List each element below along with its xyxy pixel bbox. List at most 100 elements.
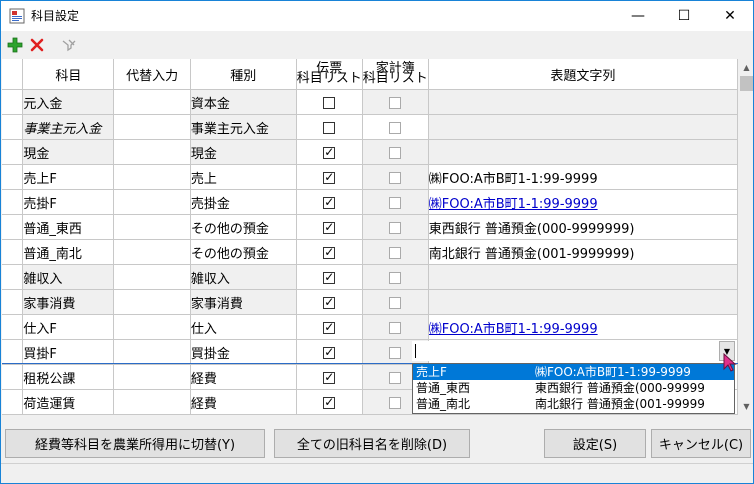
cell-kakeibo-checkbox[interactable] (362, 89, 429, 115)
table-row[interactable]: 元入金 資本金 (2, 89, 738, 115)
cell-name[interactable]: 普通_東西 (22, 214, 115, 240)
cell-title-string[interactable]: 東西銀行 普通預金(000-9999999) (428, 214, 738, 240)
cell-kind[interactable]: 経費 (190, 389, 297, 415)
cell-kind[interactable]: 資本金 (190, 89, 297, 115)
cell-alt-input[interactable] (113, 314, 191, 340)
cell-denpyo-checkbox[interactable]: ✓ (296, 189, 363, 215)
cell-kind[interactable]: 経費 (190, 414, 297, 415)
kakeibo-checkbox[interactable] (389, 396, 402, 409)
cell-denpyo-checkbox[interactable] (296, 114, 363, 140)
kakeibo-checkbox[interactable] (389, 121, 402, 134)
denpyo-checkbox[interactable]: ✓ (323, 170, 336, 184)
cell-kind[interactable]: その他の預金 (190, 214, 297, 240)
kakeibo-checkbox[interactable] (389, 346, 402, 359)
cell-kakeibo-checkbox[interactable] (362, 414, 429, 415)
denpyo-checkbox[interactable]: ✓ (323, 195, 336, 209)
delete-old-names-button[interactable]: 全ての旧科目名を削除(D) (274, 429, 470, 458)
cell-kind[interactable]: 家事消費 (190, 289, 297, 315)
cell-name[interactable]: 売上F (22, 164, 115, 190)
scroll-down-icon[interactable]: ▼ (738, 398, 753, 415)
cell-alt-input[interactable] (113, 264, 191, 290)
cell-alt-input[interactable] (113, 414, 191, 415)
scroll-up-icon[interactable]: ▲ (738, 59, 753, 76)
kakeibo-checkbox[interactable] (389, 296, 402, 309)
header-kind[interactable]: 種別 (190, 59, 297, 90)
cell-alt-input[interactable] (113, 389, 191, 415)
kakeibo-checkbox[interactable] (389, 96, 402, 109)
kakeibo-checkbox[interactable] (389, 221, 402, 234)
cell-kind[interactable]: 現金 (190, 139, 297, 165)
cell-denpyo-checkbox[interactable]: ✓ (296, 139, 363, 165)
denpyo-checkbox[interactable]: ✓ (323, 245, 336, 259)
denpyo-checkbox[interactable]: ✓ (323, 320, 336, 334)
cell-kakeibo-checkbox[interactable] (362, 164, 429, 190)
cell-denpyo-checkbox[interactable] (296, 89, 363, 115)
table-row[interactable]: 売掛F 売掛金 ✓ ㈱FOO:A市B町1-1:99-9999 (2, 189, 738, 215)
kakeibo-checkbox[interactable] (389, 246, 402, 259)
cell-kind[interactable]: 仕入 (190, 314, 297, 340)
cell-kakeibo-checkbox[interactable] (362, 189, 429, 215)
table-row[interactable]: 売上F 売上 ✓ ㈱FOO:A市B町1-1:99-9999 (2, 164, 738, 190)
table-row[interactable]: 事業主元入金 事業主元入金 (2, 114, 738, 140)
cell-title-string[interactable]: ㈱FOO:A市B町1-1:99-9999 (428, 314, 738, 340)
cell-title-string[interactable]: ㈱FOO:A市B町1-1:99-9999 (428, 189, 738, 215)
denpyo-checkbox[interactable]: ✓ (323, 295, 336, 309)
cell-alt-input[interactable] (113, 189, 191, 215)
cell-alt-input[interactable] (113, 114, 191, 140)
table-row[interactable]: 雑収入 雑収入 ✓ (2, 264, 738, 290)
row-header[interactable] (2, 389, 24, 415)
cell-alt-input[interactable] (113, 239, 191, 265)
switch-to-agri-button[interactable]: 経費等科目を農業所得用に切替(Y) (5, 429, 265, 458)
row-header[interactable] (2, 414, 24, 415)
cell-kind[interactable]: その他の預金 (190, 239, 297, 265)
denpyo-checkbox[interactable]: ✓ (323, 220, 336, 234)
cell-alt-input[interactable] (113, 289, 191, 315)
cell-name[interactable]: 仕入F (22, 314, 115, 340)
row-header[interactable] (2, 289, 24, 315)
header-title-string[interactable]: 表題文字列 (428, 59, 738, 90)
cell-kakeibo-checkbox[interactable] (362, 289, 429, 315)
cell-kind[interactable]: 雑収入 (190, 264, 297, 290)
cell-denpyo-checkbox[interactable]: ✓ (296, 364, 363, 390)
header-alt-input[interactable]: 代替入力 (113, 59, 191, 90)
denpyo-checkbox[interactable] (323, 121, 336, 134)
header-denpyo-list[interactable]: 伝票 科目リスト (296, 59, 363, 90)
header-name[interactable]: 科目 (22, 59, 115, 90)
table-row[interactable]: 水道光熱費 経費 ✓ (2, 414, 738, 415)
cell-kakeibo-checkbox[interactable] (362, 214, 429, 240)
cell-name[interactable]: 租税公課 (22, 364, 115, 390)
cell-name[interactable]: 元入金 (22, 89, 115, 115)
cell-name[interactable]: 雑収入 (22, 264, 115, 290)
cell-name[interactable]: 水道光熱費 (22, 414, 115, 415)
cell-denpyo-checkbox[interactable]: ✓ (296, 239, 363, 265)
row-header[interactable] (2, 239, 24, 265)
cell-denpyo-checkbox[interactable]: ✓ (296, 389, 363, 415)
dropdown-item[interactable]: 普通_南北 南北銀行 普通預金(001-99999 (413, 396, 734, 412)
cell-alt-input[interactable] (113, 364, 191, 390)
filter-button[interactable] (59, 35, 79, 55)
cell-name[interactable]: 事業主元入金 (22, 114, 115, 140)
cell-denpyo-checkbox[interactable]: ✓ (296, 414, 363, 415)
vertical-scrollbar[interactable]: ▲ ▼ (738, 59, 753, 415)
cell-title-string[interactable] (428, 114, 738, 140)
scroll-thumb[interactable] (740, 76, 753, 91)
cell-denpyo-checkbox[interactable]: ✓ (296, 164, 363, 190)
row-header[interactable] (2, 339, 24, 365)
row-header[interactable] (2, 89, 24, 115)
close-button[interactable]: ✕ (707, 1, 753, 31)
cell-alt-input[interactable] (113, 339, 191, 365)
kakeibo-checkbox[interactable] (389, 271, 402, 284)
cell-title-string[interactable] (428, 264, 738, 290)
row-header[interactable] (2, 139, 24, 165)
table-row[interactable]: 普通_東西 その他の預金 ✓ 東西銀行 普通預金(000-9999999) (2, 214, 738, 240)
row-header[interactable] (2, 164, 24, 190)
ok-button[interactable]: 設定(S) (544, 429, 646, 458)
row-header[interactable] (2, 214, 24, 240)
cell-denpyo-checkbox[interactable]: ✓ (296, 339, 363, 365)
cell-name[interactable]: 家事消費 (22, 289, 115, 315)
cell-kind[interactable]: 経費 (190, 364, 297, 390)
cancel-button[interactable]: キャンセル(C) (651, 429, 751, 458)
dropdown-item[interactable]: 普通_東西 東西銀行 普通預金(000-99999 (413, 380, 734, 396)
cell-kakeibo-checkbox[interactable] (362, 114, 429, 140)
cell-kind[interactable]: 売掛金 (190, 189, 297, 215)
